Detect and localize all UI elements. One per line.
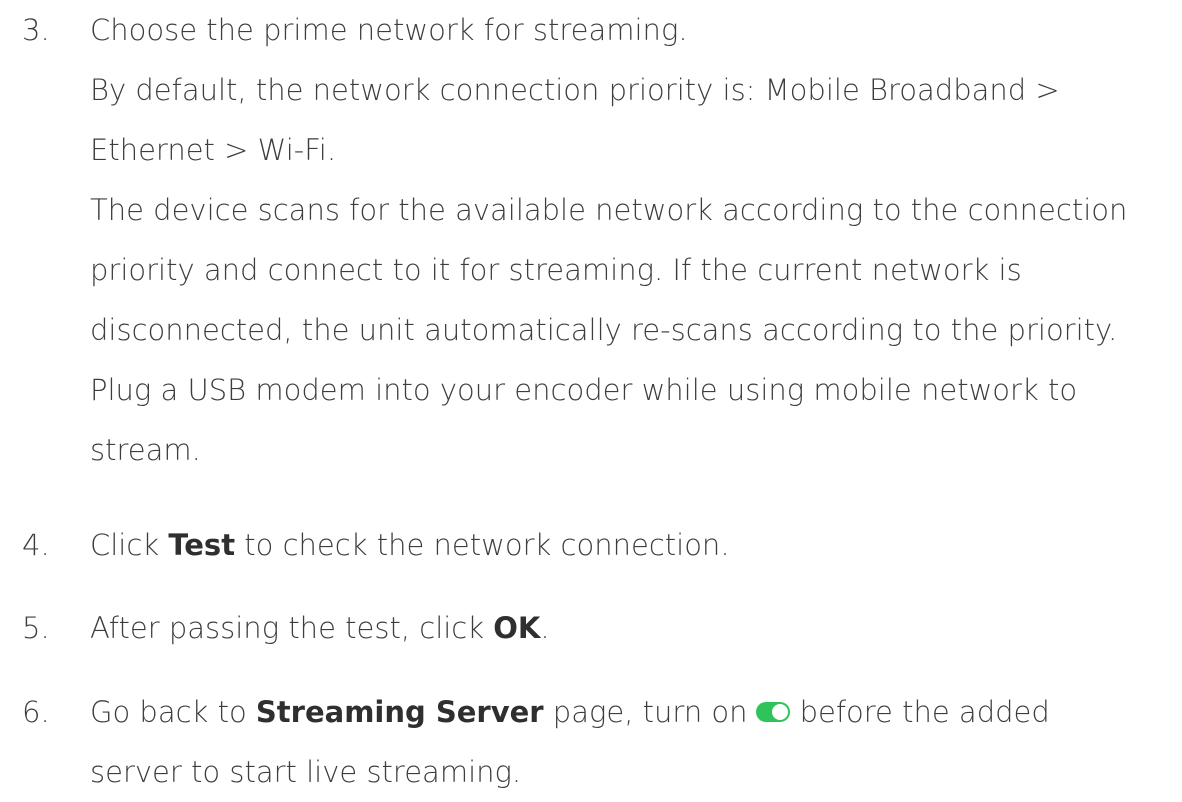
- step-text: to check the network connection.: [235, 528, 730, 562]
- step-text-line: By default, the network connection prior…: [90, 73, 1060, 107]
- step-text: After passing the test, click: [90, 611, 494, 645]
- document-page: 3. Choose the prime network for streamin…: [0, 0, 1182, 802]
- step-body: After passing the test, click OK.: [90, 598, 1175, 658]
- step-text: page, turn on: [543, 695, 748, 729]
- step-text-line: Click Test to check the network connecti…: [90, 515, 1175, 575]
- step-text-line: Plug a USB modem into your encoder while…: [90, 373, 1078, 407]
- step-text-line: priority and connect to it for streaming…: [90, 253, 1022, 287]
- step-body: Go back to Streaming Server page, turn o…: [90, 682, 1175, 802]
- step-body: Click Test to check the network connecti…: [90, 515, 1175, 575]
- step-text: before the added: [799, 695, 1050, 729]
- step-text: Go back to: [90, 695, 256, 729]
- toggle-knob: [771, 704, 788, 720]
- toggle-switch-on-icon: [755, 702, 790, 722]
- step-number: 4.: [22, 528, 50, 562]
- step-number: 3.: [22, 13, 50, 47]
- test-button-reference: Test: [168, 528, 236, 562]
- step-text-line: disconnected, the unit automatically re-…: [90, 313, 1118, 347]
- streaming-server-page-reference: Streaming Server: [255, 695, 544, 729]
- step-text-line: After passing the test, click OK.: [90, 598, 1175, 658]
- step-text: .: [540, 611, 550, 645]
- step-text-line: server to start live streaming.: [90, 755, 522, 789]
- step-text-line: Choose the prime network for streaming.: [90, 13, 688, 47]
- step-number: 5.: [22, 611, 50, 645]
- step-body: Choose the prime network for streaming. …: [90, 0, 1175, 480]
- step-text: Click: [90, 528, 169, 562]
- step-text-line: Go back to Streaming Server page, turn o…: [90, 682, 1175, 742]
- step-text-line: stream.: [90, 433, 201, 467]
- ok-button-reference: OK: [493, 611, 541, 645]
- step-text-line: Ethernet > Wi-Fi.: [90, 133, 337, 167]
- step-text-line: The device scans for the available netwo…: [90, 193, 1128, 227]
- step-number: 6.: [22, 695, 50, 729]
